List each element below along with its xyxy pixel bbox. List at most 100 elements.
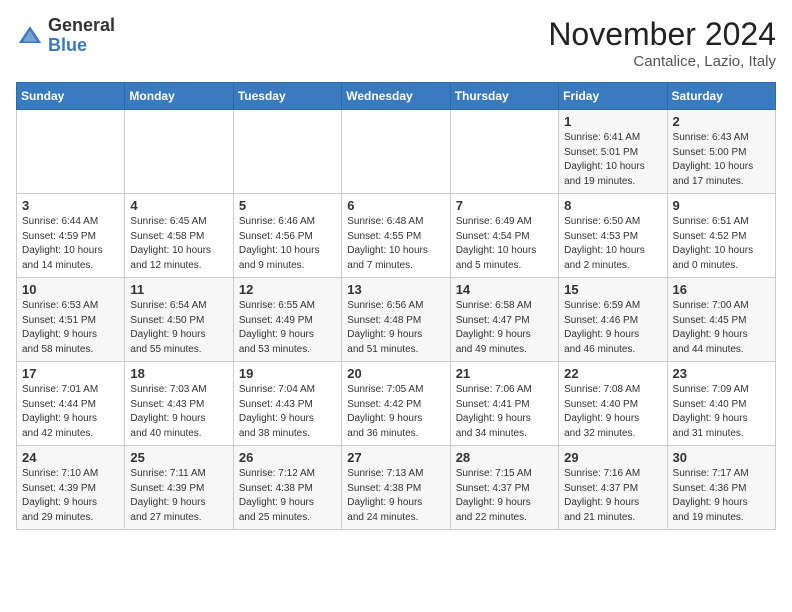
- day-info: Sunrise: 6:54 AM Sunset: 4:50 PM Dayligh…: [130, 299, 227, 357]
- day-number: 29: [564, 450, 661, 465]
- day-cell: 4Sunrise: 6:45 AM Sunset: 4:58 PM Daylig…: [125, 194, 233, 278]
- day-cell: 18Sunrise: 7:03 AM Sunset: 4:43 PM Dayli…: [125, 362, 233, 446]
- logo-icon: [16, 22, 44, 50]
- day-cell: [17, 110, 125, 194]
- day-cell: 27 Sunrise: 7:13 AM Sunset: 4:38 PM Dayli…: [342, 446, 450, 530]
- day-info: Sunrise: 7:04 AM Sunset: 4:43 PM Dayligh…: [239, 383, 336, 441]
- day-info: Sunrise: 6:45 AM Sunset: 4:58 PM Dayligh…: [130, 215, 227, 273]
- day-number: 24: [22, 450, 119, 465]
- day-number: 8: [564, 198, 661, 213]
- day-info: Sunrise: 6:55 AM Sunset: 4:49 PM Dayligh…: [239, 299, 336, 357]
- day-cell: 1 Sunrise: 6:41 AM Sunset: 5:01 PM Daylig…: [559, 110, 667, 194]
- calendar-table: SundayMondayTuesdayWednesdayThursdayFrid…: [16, 82, 776, 530]
- day-info: Sunrise: 7:01 AM Sunset: 4:44 PM Dayligh…: [22, 383, 119, 441]
- day-info: Sunrise: 6:46 AM Sunset: 4:56 PM Dayligh…: [239, 215, 336, 273]
- day-cell: 21 Sunrise: 7:06 AM Sunset: 4:41 PM Dayli…: [450, 362, 558, 446]
- day-cell: [342, 110, 450, 194]
- day-cell: 28 Sunrise: 7:15 AM Sunset: 4:37 PM Dayli…: [450, 446, 558, 530]
- logo-text: General Blue: [48, 16, 115, 56]
- day-number: 16: [673, 282, 770, 297]
- day-number: 11: [130, 282, 227, 297]
- day-info: Sunrise: 7:09 AM Sunset: 4:40 PM Dayligh…: [673, 383, 770, 441]
- day-info: Sunrise: 7:15 AM Sunset: 4:37 PM Dayligh…: [456, 467, 553, 525]
- day-cell: 3 Sunrise: 6:44 AM Sunset: 4:59 PM Daylig…: [17, 194, 125, 278]
- day-cell: 7 Sunrise: 6:49 AM Sunset: 4:54 PM Daylig…: [450, 194, 558, 278]
- day-cell: 15Sunrise: 6:59 AM Sunset: 4:46 PM Dayli…: [559, 278, 667, 362]
- day-info: Sunrise: 6:58 AM Sunset: 4:47 PM Dayligh…: [456, 299, 553, 357]
- day-cell: 23 Sunrise: 7:09 AM Sunset: 4:40 PM Dayli…: [667, 362, 775, 446]
- day-cell: 22Sunrise: 7:08 AM Sunset: 4:40 PM Dayli…: [559, 362, 667, 446]
- day-info: Sunrise: 6:44 AM Sunset: 4:59 PM Dayligh…: [22, 215, 119, 273]
- day-info: Sunrise: 7:17 AM Sunset: 4:36 PM Dayligh…: [673, 467, 770, 525]
- day-cell: 30 Sunrise: 7:17 AM Sunset: 4:36 PM Dayli…: [667, 446, 775, 530]
- day-info: Sunrise: 7:03 AM Sunset: 4:43 PM Dayligh…: [130, 383, 227, 441]
- day-info: Sunrise: 7:00 AM Sunset: 4:45 PM Dayligh…: [673, 299, 770, 357]
- week-row-2: 3 Sunrise: 6:44 AM Sunset: 4:59 PM Daylig…: [17, 194, 776, 278]
- day-cell: 14 Sunrise: 6:58 AM Sunset: 4:47 PM Dayli…: [450, 278, 558, 362]
- day-number: 17: [22, 366, 119, 381]
- day-number: 3: [22, 198, 119, 213]
- day-info: Sunrise: 6:41 AM Sunset: 5:01 PM Dayligh…: [564, 131, 661, 189]
- day-info: Sunrise: 6:43 AM Sunset: 5:00 PM Dayligh…: [673, 131, 770, 189]
- day-number: 20: [347, 366, 444, 381]
- logo: General Blue: [16, 16, 115, 56]
- day-info: Sunrise: 7:06 AM Sunset: 4:41 PM Dayligh…: [456, 383, 553, 441]
- weekday-header-saturday: Saturday: [667, 83, 775, 110]
- day-number: 22: [564, 366, 661, 381]
- location: Cantalice, Lazio, Italy: [548, 53, 776, 70]
- weekday-header-tuesday: Tuesday: [233, 83, 341, 110]
- day-cell: 29 Sunrise: 7:16 AM Sunset: 4:37 PM Dayli…: [559, 446, 667, 530]
- day-cell: 10 Sunrise: 6:53 AM Sunset: 4:51 PM Dayli…: [17, 278, 125, 362]
- day-cell: 12Sunrise: 6:55 AM Sunset: 4:49 PM Dayli…: [233, 278, 341, 362]
- day-number: 26: [239, 450, 336, 465]
- day-number: 21: [456, 366, 553, 381]
- weekday-header-monday: Monday: [125, 83, 233, 110]
- day-cell: 11 Sunrise: 6:54 AM Sunset: 4:50 PM Dayli…: [125, 278, 233, 362]
- weekday-header-sunday: Sunday: [17, 83, 125, 110]
- day-cell: 5 Sunrise: 6:46 AM Sunset: 4:56 PM Daylig…: [233, 194, 341, 278]
- day-cell: [450, 110, 558, 194]
- weekday-header-wednesday: Wednesday: [342, 83, 450, 110]
- day-info: Sunrise: 6:53 AM Sunset: 4:51 PM Dayligh…: [22, 299, 119, 357]
- day-info: Sunrise: 7:11 AM Sunset: 4:39 PM Dayligh…: [130, 467, 227, 525]
- day-cell: 26 Sunrise: 7:12 AM Sunset: 4:38 PM Dayli…: [233, 446, 341, 530]
- day-number: 14: [456, 282, 553, 297]
- day-cell: 13Sunrise: 6:56 AM Sunset: 4:48 PM Dayli…: [342, 278, 450, 362]
- day-cell: 19 Sunrise: 7:04 AM Sunset: 4:43 PM Dayli…: [233, 362, 341, 446]
- day-number: 5: [239, 198, 336, 213]
- day-cell: [125, 110, 233, 194]
- day-cell: 20 Sunrise: 7:05 AM Sunset: 4:42 PM Dayli…: [342, 362, 450, 446]
- day-info: Sunrise: 6:48 AM Sunset: 4:55 PM Dayligh…: [347, 215, 444, 273]
- day-info: Sunrise: 7:16 AM Sunset: 4:37 PM Dayligh…: [564, 467, 661, 525]
- day-number: 27: [347, 450, 444, 465]
- day-number: 19: [239, 366, 336, 381]
- day-number: 28: [456, 450, 553, 465]
- day-info: Sunrise: 6:59 AM Sunset: 4:46 PM Dayligh…: [564, 299, 661, 357]
- day-info: Sunrise: 7:05 AM Sunset: 4:42 PM Dayligh…: [347, 383, 444, 441]
- day-number: 30: [673, 450, 770, 465]
- day-info: Sunrise: 6:56 AM Sunset: 4:48 PM Dayligh…: [347, 299, 444, 357]
- day-cell: 8 Sunrise: 6:50 AM Sunset: 4:53 PM Daylig…: [559, 194, 667, 278]
- day-number: 9: [673, 198, 770, 213]
- week-row-4: 17 Sunrise: 7:01 AM Sunset: 4:44 PM Dayli…: [17, 362, 776, 446]
- day-number: 10: [22, 282, 119, 297]
- day-number: 2: [673, 114, 770, 129]
- day-cell: [233, 110, 341, 194]
- day-info: Sunrise: 6:49 AM Sunset: 4:54 PM Dayligh…: [456, 215, 553, 273]
- week-row-1: 1 Sunrise: 6:41 AM Sunset: 5:01 PM Daylig…: [17, 110, 776, 194]
- day-cell: 25Sunrise: 7:11 AM Sunset: 4:39 PM Dayli…: [125, 446, 233, 530]
- day-info: Sunrise: 7:12 AM Sunset: 4:38 PM Dayligh…: [239, 467, 336, 525]
- day-cell: 9Sunrise: 6:51 AM Sunset: 4:52 PM Daylig…: [667, 194, 775, 278]
- week-row-5: 24 Sunrise: 7:10 AM Sunset: 4:39 PM Dayli…: [17, 446, 776, 530]
- day-info: Sunrise: 6:50 AM Sunset: 4:53 PM Dayligh…: [564, 215, 661, 273]
- day-info: Sunrise: 7:13 AM Sunset: 4:38 PM Dayligh…: [347, 467, 444, 525]
- day-number: 7: [456, 198, 553, 213]
- weekday-header-friday: Friday: [559, 83, 667, 110]
- day-info: Sunrise: 7:10 AM Sunset: 4:39 PM Dayligh…: [22, 467, 119, 525]
- day-number: 1: [564, 114, 661, 129]
- weekday-header-thursday: Thursday: [450, 83, 558, 110]
- title-area: November 2024 Cantalice, Lazio, Italy: [548, 16, 776, 70]
- week-row-3: 10 Sunrise: 6:53 AM Sunset: 4:51 PM Dayli…: [17, 278, 776, 362]
- day-cell: 17 Sunrise: 7:01 AM Sunset: 4:44 PM Dayli…: [17, 362, 125, 446]
- day-number: 23: [673, 366, 770, 381]
